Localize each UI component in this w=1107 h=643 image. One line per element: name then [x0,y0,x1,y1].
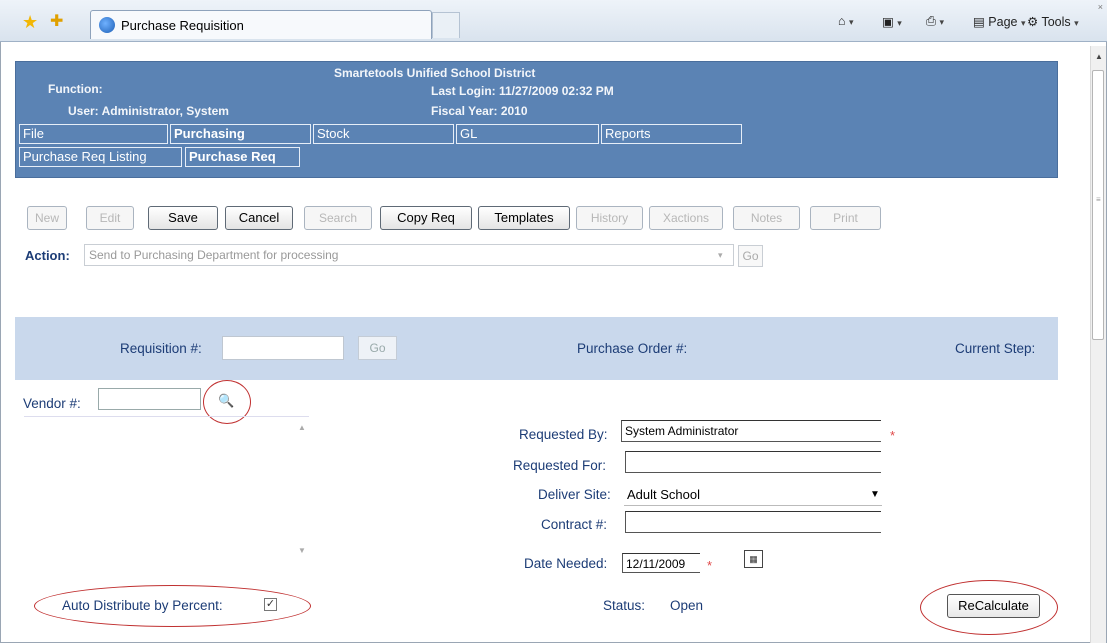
action-go-button[interactable]: Go [738,245,763,267]
vendor-label: Vendor #: [23,396,81,411]
scroll-down-icon[interactable]: ▼ [298,546,306,555]
status-label: Status: [603,598,646,613]
copy-req-button[interactable]: Copy Req [380,206,472,230]
menu-gl[interactable]: GL [456,124,599,144]
district-name: Smartetools Unified School District [334,66,536,80]
edit-button[interactable]: Edit [86,206,134,230]
requested-by-label: Requested By: [519,427,608,442]
new-tab-button[interactable] [432,12,460,38]
date-needed-input[interactable]: 12/11/2009 [622,553,700,573]
browser-tab[interactable]: Purchase Requisition [90,10,432,39]
user-info: User: Administrator, System [68,104,229,118]
deliver-site-underline [624,505,882,506]
last-login: Last Login: 11/27/2009 02:32 PM [431,84,614,98]
page-menu[interactable]: ▤ Page ▾ [973,14,1026,29]
fiscal-year: Fiscal Year: 2010 [431,104,528,118]
new-button[interactable]: New [27,206,67,230]
save-button[interactable]: Save [148,206,218,230]
action-select[interactable]: Send to Purchasing Department for proces… [84,244,734,266]
requested-for-input[interactable] [625,451,881,473]
purchase-order-label: Purchase Order #: [577,341,688,356]
close-icon[interactable]: × [1098,2,1103,12]
calendar-icon[interactable]: ▦ [744,550,763,568]
print-button[interactable]: Print [810,206,881,230]
action-label: Action: [25,248,70,263]
required-mark: * [890,428,896,443]
tab-title: Purchase Requisition [121,18,244,33]
chevron-down-icon[interactable]: ▾ [718,250,723,261]
menu-stock[interactable]: Stock [313,124,454,144]
deliver-site-label: Deliver Site: [538,487,611,502]
contract-input[interactable] [625,511,881,533]
submenu-purchase-req-listing[interactable]: Purchase Req Listing [19,147,182,167]
search-button[interactable]: Search [304,206,372,230]
chevron-down-icon[interactable]: ▼ [870,489,880,500]
current-step-label: Current Step: [955,341,1036,356]
menu-file[interactable]: File [19,124,168,144]
recalculate-button[interactable]: ReCalculate [947,594,1040,618]
scrollbar-grip-icon: ≡ [1096,195,1101,204]
app-header: Smartetools Unified School District Func… [15,61,1058,178]
submenu-purchase-req[interactable]: Purchase Req [185,147,300,167]
cancel-button[interactable]: Cancel [225,206,293,230]
scroll-up-arrow-icon[interactable]: ▲ [1095,52,1103,61]
browser-toolbar: ★ ✚ Purchase Requisition ⌂ ▾ ▣ ▾ ⎙ ▾ ▤ P… [0,0,1107,42]
date-needed-label: Date Needed: [524,556,608,571]
home-icon[interactable]: ⌂ ▾ [838,14,854,28]
deliver-site-select[interactable]: Adult School [627,487,700,502]
auto-distribute-label: Auto Distribute by Percent: [62,598,223,613]
requested-by-input[interactable]: System Administrator [621,420,881,442]
xactions-button[interactable]: Xactions [649,206,723,230]
vendor-lookup-icon[interactable]: 🔍 [218,393,234,409]
add-favorite-icon[interactable]: ✚ [50,13,68,31]
scroll-up-icon[interactable]: ▲ [298,423,306,432]
auto-distribute-checkbox[interactable]: ✓ [264,598,277,611]
notes-button[interactable]: Notes [733,206,800,230]
requisition-go-button[interactable]: Go [358,336,397,360]
scrollbar-thumb[interactable] [1092,70,1104,340]
templates-button[interactable]: Templates [478,206,570,230]
tools-menu[interactable]: ⚙ Tools ▾ [1027,14,1079,29]
requested-for-label: Requested For: [513,458,607,473]
menu-reports[interactable]: Reports [601,124,742,144]
history-button[interactable]: History [576,206,643,230]
contract-label: Contract #: [541,517,608,532]
menu-purchasing[interactable]: Purchasing [170,124,311,144]
status-value: Open [670,598,704,613]
function-label: Function: [48,82,103,96]
vendor-input[interactable] [98,388,201,410]
requisition-input[interactable] [222,336,344,360]
requisition-label: Requisition #: [120,341,202,356]
favorites-star-icon[interactable]: ★ [22,13,40,31]
print-icon[interactable]: ⎙ ▾ [926,14,944,29]
ie-logo-icon [99,17,115,33]
feeds-icon[interactable]: ▣ ▾ [882,14,902,29]
vendor-divider [24,416,309,417]
required-mark: * [707,558,713,573]
